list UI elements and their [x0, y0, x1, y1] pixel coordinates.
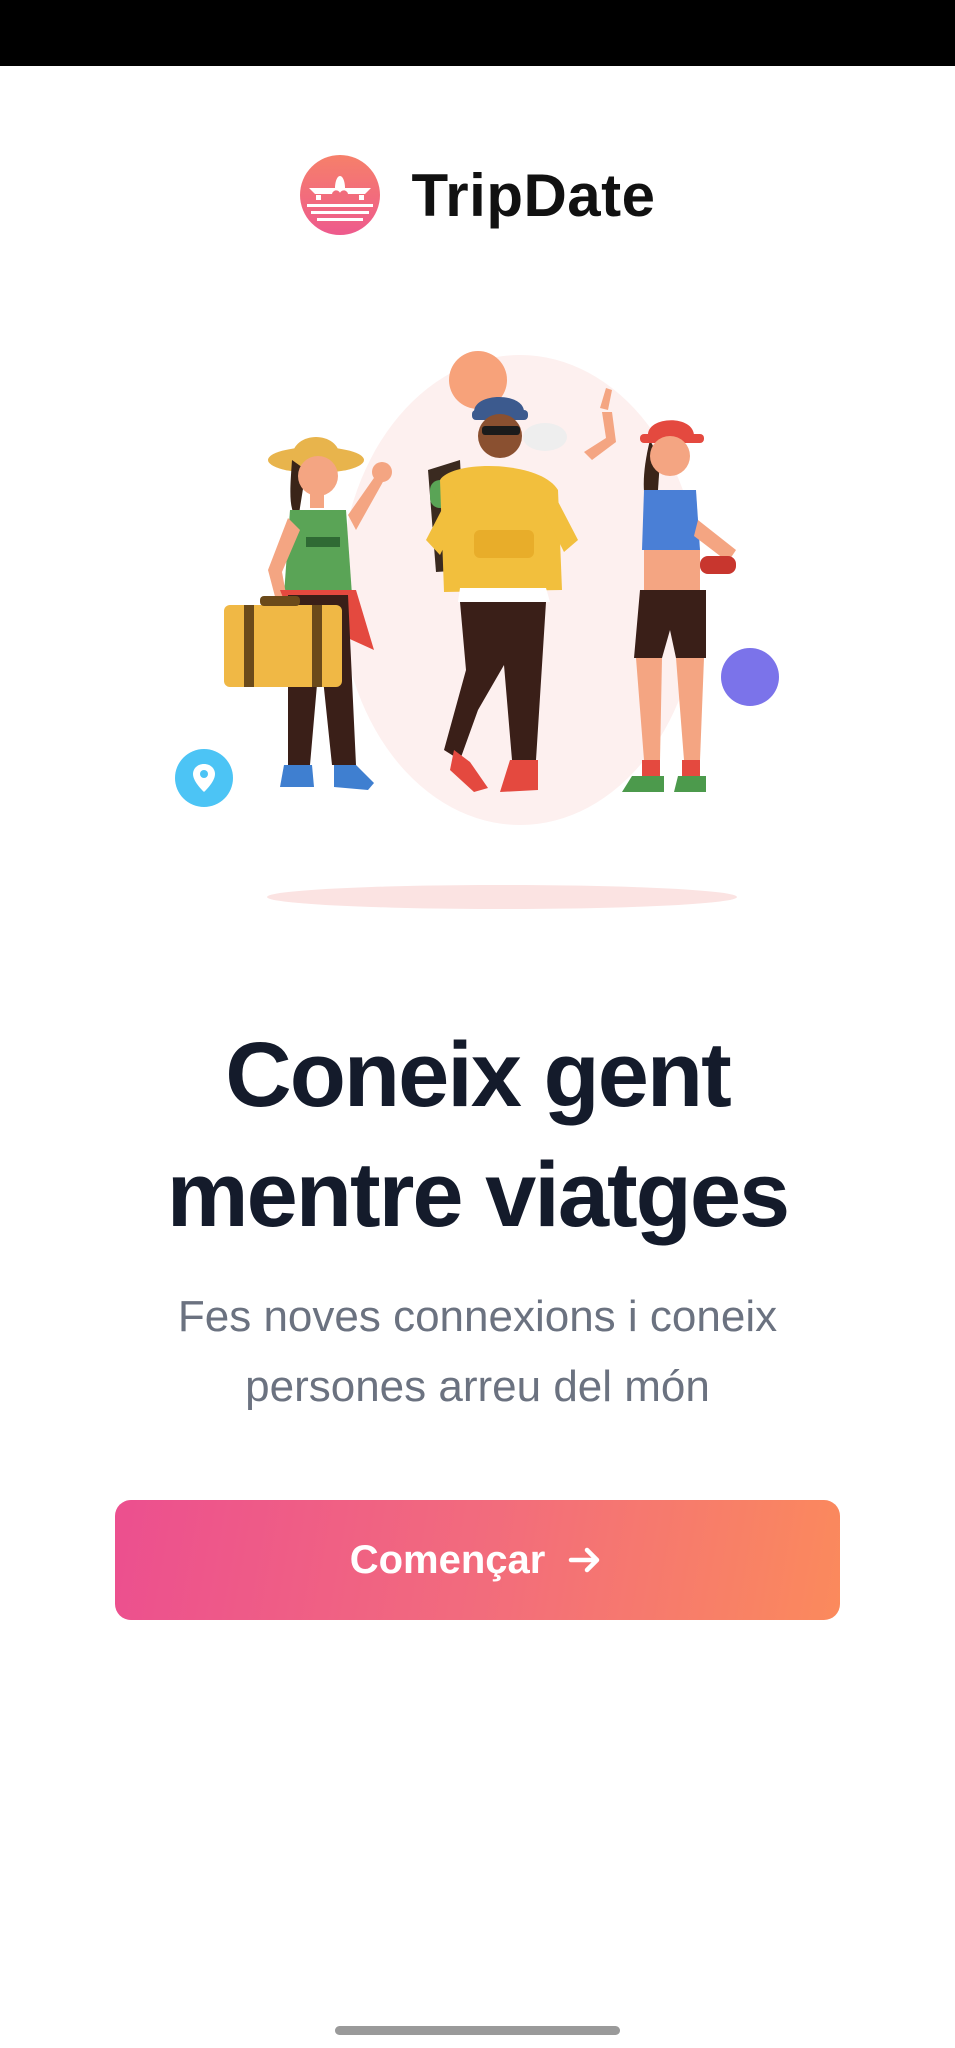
airplane-heart-logo-icon	[300, 155, 381, 235]
start-button-label: Començar	[349, 1537, 546, 1582]
location-pin-icon	[175, 749, 233, 807]
app-name: TripDate	[411, 161, 656, 229]
hero-subtitle: Fes noves connexions i coneix persones a…	[80, 1282, 875, 1422]
status-bar	[0, 0, 955, 66]
hero-subtitle-line-2: persones arreu del món	[245, 1362, 710, 1411]
hero-headline-line-1: Coneix gent	[225, 1024, 731, 1126]
arrow-right-icon	[569, 1547, 600, 1573]
app-header: TripDate	[0, 150, 955, 240]
start-button[interactable]: Començar	[115, 1500, 840, 1620]
hero-subtitle-line-1: Fes noves connexions i coneix	[177, 1292, 778, 1341]
hero-headline: Coneix gent mentre viatges	[60, 1015, 895, 1255]
home-indicator[interactable]	[335, 2026, 620, 2035]
travelers-illustration	[175, 351, 779, 909]
hero-headline-line-2: mentre viatges	[166, 1144, 790, 1246]
